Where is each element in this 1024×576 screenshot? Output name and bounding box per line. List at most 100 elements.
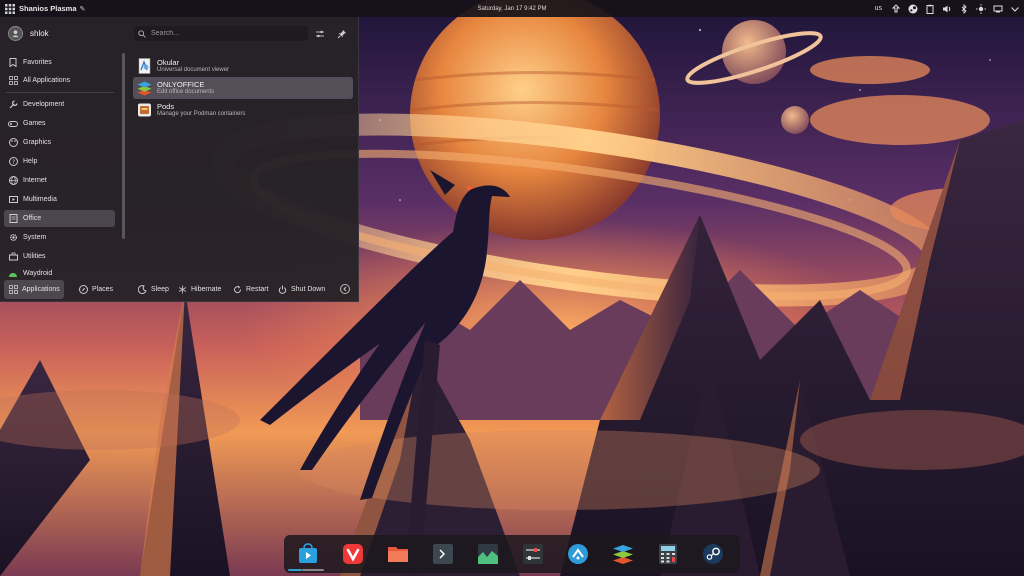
terminal-icon [433,544,453,564]
wrench-icon [8,100,18,110]
android-icon [8,269,18,279]
search-icon [138,29,146,38]
app-description: Edit office documents [157,89,215,95]
category-label: Games [23,120,46,127]
pin-icon: ✎ [79,5,86,13]
clipboard-icon[interactable] [924,3,935,14]
category-graphics[interactable]: Graphics [4,134,115,151]
app-item-onlyoffice[interactable]: ONLYOFFICE Edit office documents [133,77,353,99]
help-icon: ? [8,157,18,167]
tab-label: Places [92,286,114,293]
category-games[interactable]: Games [4,115,115,132]
dock-item-system-monitor[interactable] [475,541,501,567]
category-label: Multimedia [23,196,57,203]
gamepad-icon [8,119,18,129]
button-label: Shut Down [291,286,326,293]
app-item-okular[interactable]: Okular Universal document viewer [133,55,353,77]
restart-icon [232,285,242,295]
bookmark-icon [8,58,18,68]
category-utilities[interactable]: Utilities [4,248,115,265]
category-label: System [23,234,47,241]
sleep-button[interactable]: Sleep [133,280,173,299]
expand-tray-icon[interactable] [1009,3,1020,14]
category-label: Office [23,215,42,222]
category-development[interactable]: Development [4,96,115,113]
update-icon[interactable] [890,3,901,14]
globe-icon [8,176,18,186]
kde-connect-icon [568,544,588,564]
app-launcher-button[interactable] [3,2,16,15]
application-launcher-menu: shlok Favorites All Applications Develop… [0,17,359,302]
dock-item-vivaldi[interactable] [340,541,366,567]
clock-text[interactable]: Saturday, Jan 17 9:42 PM [478,6,547,12]
category-favorites[interactable]: Favorites [4,54,115,71]
category-help[interactable]: ? Help [4,153,115,170]
pods-icon [138,103,151,117]
brightness-icon[interactable] [975,3,986,14]
compass-icon [78,285,88,295]
dock-item-terminal[interactable] [430,541,456,567]
menu-footer: Applications Places Sleep Hibernate Rest… [0,278,358,301]
category-all-applications[interactable]: All Applications [4,72,115,89]
sort-options-button[interactable] [314,28,326,40]
category-list: Favorites All Applications Development G… [0,53,120,277]
keep-open-button[interactable] [336,28,348,40]
dock-item-steam[interactable] [700,541,726,567]
leave-options-button[interactable] [340,284,350,294]
okular-icon [138,58,151,74]
category-scrollbar[interactable] [122,53,125,239]
gear-icon [8,233,18,243]
grid-icon [4,3,15,14]
top-panel: Shanios Plasma ✎ Saturday, Jan 17 9:42 P… [0,0,1024,17]
search-input[interactable] [149,29,303,38]
svg-text:?: ? [11,159,14,166]
dock-item-kde-connect[interactable] [565,541,591,567]
onlyoffice-icon [613,545,633,564]
chevron-left-icon [343,286,347,292]
dock-item-settings[interactable] [520,541,546,567]
category-office[interactable]: Office [4,210,115,227]
dock-item-file-manager[interactable] [385,541,411,567]
active-window-title[interactable]: Shanios Plasma [19,4,77,13]
dock-item-onlyoffice[interactable] [610,541,636,567]
avatar[interactable] [8,26,23,41]
category-internet[interactable]: Internet [4,172,115,189]
shutdown-button[interactable]: Shut Down [273,280,329,299]
dock [284,535,740,573]
dock-item-calculator[interactable] [655,541,681,567]
app-item-pods[interactable]: Pods Manage your Podman containers [133,99,353,121]
grid-icon [8,285,18,295]
hibernate-button[interactable]: Hibernate [173,280,225,299]
user-icon [12,30,19,38]
button-label: Hibernate [191,286,222,293]
category-label: Development [23,101,65,108]
keyboard-layout-indicator[interactable]: us [875,5,882,12]
sleep-icon [137,285,147,295]
tab-places[interactable]: Places [74,280,117,299]
app-name: Pods [157,102,175,111]
office-icon [8,214,18,224]
clock: Saturday, Jan 17 9:42 PM [0,6,1024,12]
tab-label: Applications [22,286,60,293]
app-description: Manage your Podman containers [157,111,246,117]
category-label: Help [23,158,38,165]
app-name: Okular [157,58,180,67]
palette-icon [8,138,18,148]
volume-icon[interactable] [941,3,952,14]
category-label: Utilities [23,253,46,260]
vivaldi-icon [343,544,363,564]
restart-button[interactable]: Restart [228,280,273,299]
discover-icon [299,543,317,563]
running-indicator [288,569,302,571]
category-multimedia[interactable]: Multimedia [4,191,115,208]
running-indicator [302,569,324,571]
dock-item-discover[interactable] [295,541,321,567]
steam-icon[interactable] [907,3,918,14]
tab-applications[interactable]: Applications [4,280,64,299]
category-system[interactable]: System [4,229,115,246]
bluetooth-icon[interactable] [958,3,969,14]
multimedia-icon [8,195,18,205]
network-icon[interactable] [992,3,1003,14]
divider [6,92,114,93]
search-box[interactable] [134,26,308,41]
